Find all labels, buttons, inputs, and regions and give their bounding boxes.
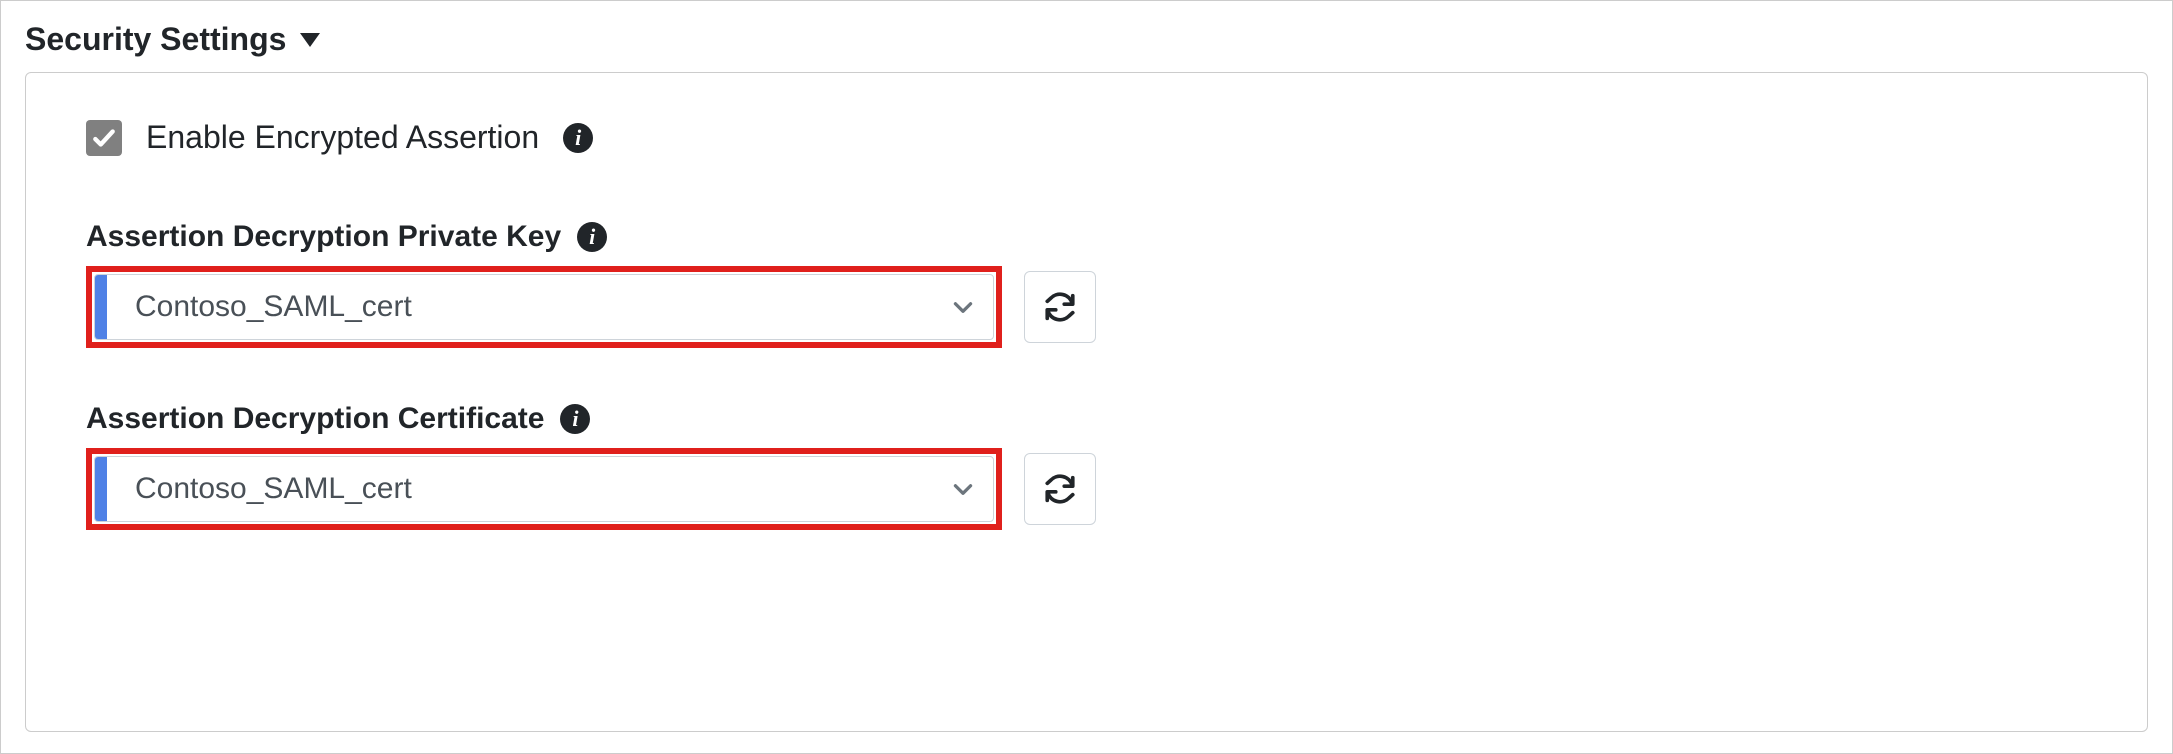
certificate-value: Contoso_SAML_cert xyxy=(107,457,933,521)
enable-encrypted-checkbox[interactable] xyxy=(86,120,122,156)
select-accent xyxy=(95,457,107,521)
section-header[interactable]: Security Settings xyxy=(25,21,2148,58)
section-title: Security Settings xyxy=(25,21,286,58)
private-key-field: Assertion Decryption Private Key i Conto… xyxy=(86,220,2087,348)
certificate-field: Assertion Decryption Certificate i Conto… xyxy=(86,402,2087,530)
certificate-refresh-button[interactable] xyxy=(1024,453,1096,525)
info-icon[interactable]: i xyxy=(563,123,593,153)
certificate-label: Assertion Decryption Certificate xyxy=(86,402,544,436)
security-panel: Enable Encrypted Assertion i Assertion D… xyxy=(25,72,2148,732)
enable-encrypted-label: Enable Encrypted Assertion xyxy=(146,119,539,156)
enable-encrypted-row: Enable Encrypted Assertion i xyxy=(86,119,2087,156)
private-key-value: Contoso_SAML_cert xyxy=(107,275,933,339)
private-key-label: Assertion Decryption Private Key xyxy=(86,220,561,254)
chevron-down-icon xyxy=(933,275,993,339)
info-icon[interactable]: i xyxy=(577,222,607,252)
select-accent xyxy=(95,275,107,339)
private-key-select[interactable]: Contoso_SAML_cert xyxy=(94,274,994,340)
chevron-down-icon xyxy=(933,457,993,521)
caret-down-icon xyxy=(300,33,320,47)
certificate-highlight: Contoso_SAML_cert xyxy=(86,448,1002,530)
info-icon[interactable]: i xyxy=(560,404,590,434)
private-key-refresh-button[interactable] xyxy=(1024,271,1096,343)
page-frame: Security Settings Enable Encrypted Asser… xyxy=(0,0,2173,754)
private-key-highlight: Contoso_SAML_cert xyxy=(86,266,1002,348)
certificate-select[interactable]: Contoso_SAML_cert xyxy=(94,456,994,522)
